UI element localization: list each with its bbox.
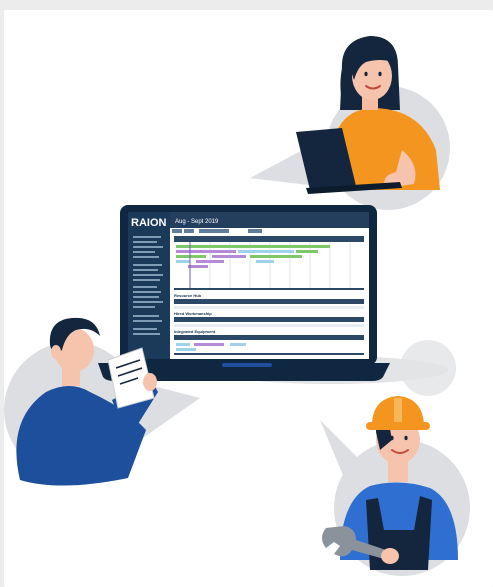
dashboard-sidebar: [128, 212, 170, 359]
section-label-resource-hub: Resource Hub: [174, 293, 202, 298]
hard-hat-icon: [366, 396, 430, 430]
team-scene-illustration: RAION Aug - Sept 2019 Resource Hub Hired…: [4, 36, 470, 576]
section-label-hired-workmanship: Hired Workmanship: [174, 311, 212, 316]
section-label-integrated-equipment: Integrated Equipment: [174, 329, 216, 334]
app-logo: RAION: [131, 217, 167, 229]
dashboard-title: Aug - Sept 2019: [175, 219, 219, 225]
